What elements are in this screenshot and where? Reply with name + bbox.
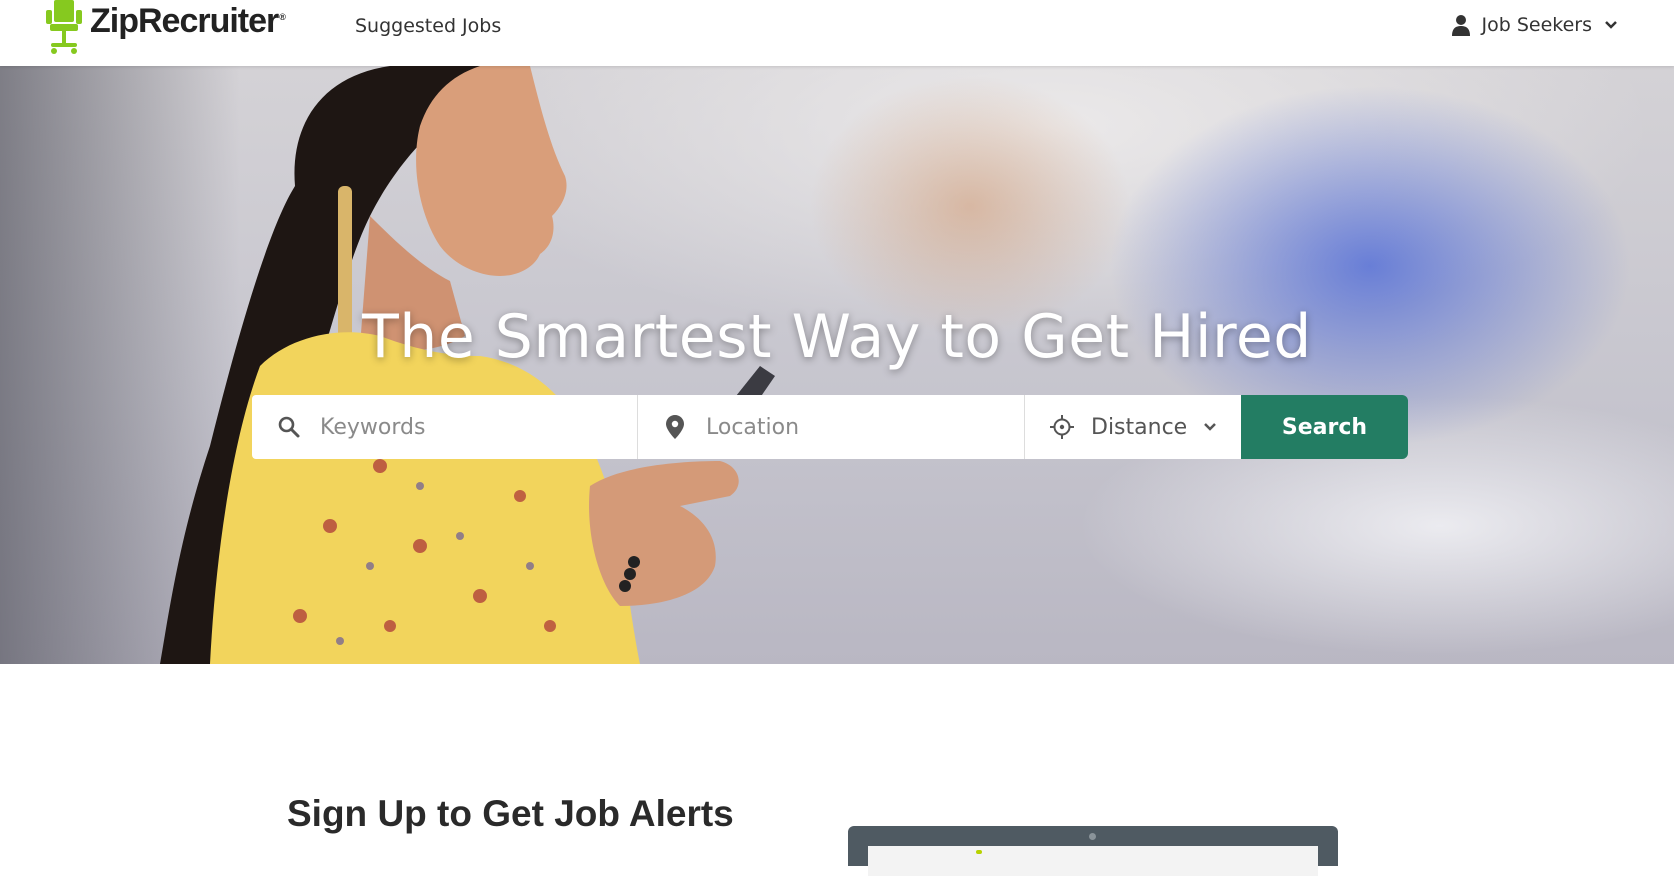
distance-label: Distance [1091, 414, 1188, 440]
signup-heading: Sign Up to Get Job Alerts [287, 793, 734, 834]
location-pin-icon [660, 415, 690, 439]
search-icon [274, 415, 304, 439]
job-search-form: Distance Search [252, 395, 1408, 459]
keywords-input[interactable] [318, 413, 602, 441]
user-icon [1451, 14, 1470, 36]
laptop-illustration [848, 826, 1338, 876]
laptop-screen-logo [976, 850, 982, 854]
nav-suggested-jobs[interactable]: Suggested Jobs [355, 15, 501, 37]
job-seekers-menu[interactable]: Job Seekers [1451, 14, 1619, 36]
laptop-screen [868, 846, 1318, 876]
crosshair-icon [1047, 415, 1077, 439]
laptop-camera [1089, 833, 1096, 840]
location-input[interactable] [704, 413, 988, 441]
keywords-field[interactable] [252, 395, 638, 459]
hero-title: The Smartest Way to Get Hired [362, 302, 1312, 372]
chevron-down-icon [1604, 20, 1618, 30]
chair-logo-icon [46, 0, 82, 56]
registered-mark: ® [279, 12, 286, 22]
site-header: ZipRecruiter® Suggested Jobs Job Seekers [0, 0, 1674, 66]
job-seekers-label: Job Seekers [1481, 14, 1593, 36]
location-field[interactable] [638, 395, 1025, 459]
search-button[interactable]: Search [1241, 395, 1408, 459]
hero-banner: The Smartest Way to Get Hired Keywords L… [0, 66, 1674, 664]
chevron-down-icon [1203, 422, 1217, 432]
distance-select[interactable]: Distance [1025, 395, 1241, 459]
logo-wordmark: ZipRecruiter® [90, 2, 286, 40]
